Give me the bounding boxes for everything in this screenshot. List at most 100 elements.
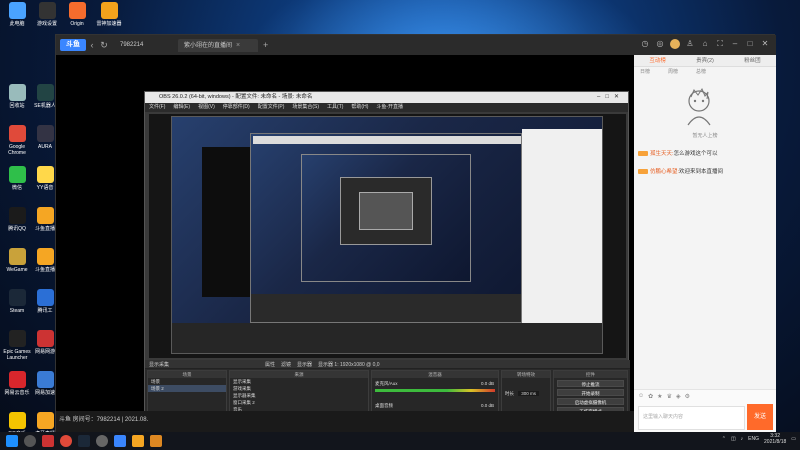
reload-icon[interactable]: ↻ <box>98 40 110 51</box>
desktop-icon[interactable]: 微信 <box>2 166 32 191</box>
menu-item[interactable]: 视图(V) <box>198 103 215 112</box>
source-item[interactable]: 窗口采集 2 <box>230 399 368 406</box>
notification-icon[interactable]: ▭ <box>791 436 796 442</box>
rank-subtab[interactable]: 日榜 <box>640 67 650 77</box>
desktop-app-icon <box>8 84 26 101</box>
control-button[interactable]: 启动虚拟摄像机 <box>557 398 624 405</box>
chat-tab[interactable]: 互动榜 <box>634 55 681 66</box>
obs-preview[interactable] <box>149 114 626 358</box>
fullscreen-icon[interactable]: ⛶ <box>715 39 725 49</box>
clock[interactable]: 3:32 2021/8/18 <box>764 433 786 445</box>
control-button[interactable]: 开始录制 <box>557 389 624 396</box>
desktop-icon[interactable]: Google Chrome <box>2 125 32 156</box>
chat-username[interactable]: 孤生天天: <box>650 151 674 157</box>
maximize-icon[interactable]: □ <box>745 39 755 49</box>
send-button[interactable]: 发送 <box>747 404 773 430</box>
music-app-icon[interactable] <box>42 435 54 447</box>
menu-item[interactable]: 配置文件(P) <box>258 103 285 112</box>
menu-item[interactable]: 工具(T) <box>327 103 343 112</box>
volume-icon[interactable]: ♪ <box>741 436 744 442</box>
chat-message: 孤生天天:怎么游戏这个可以 <box>638 151 718 158</box>
chat-tab[interactable]: 贵宾(2) <box>681 55 728 66</box>
start-icon[interactable] <box>6 435 18 447</box>
duration-label: 时长 <box>505 391 514 396</box>
filters-button[interactable]: 滤镜 <box>281 361 291 368</box>
star-icon[interactable]: ★ <box>657 393 662 400</box>
menu-item[interactable]: 停靠部件(D) <box>223 103 250 112</box>
globe-icon[interactable]: ◎ <box>655 39 665 49</box>
clock-date: 2021/8/18 <box>764 439 787 445</box>
desktop-app-icon <box>100 2 118 19</box>
desktop-icon[interactable]: Origin <box>62 2 92 27</box>
bag-icon[interactable]: ◈ <box>676 393 681 400</box>
new-tab-icon[interactable]: + <box>263 40 268 50</box>
menu-item[interactable]: 编辑(E) <box>173 103 190 112</box>
control-button[interactable]: 停止推流 <box>557 380 624 387</box>
desktop-app-icon <box>8 2 26 19</box>
duration-input[interactable]: 300 ms <box>518 391 540 396</box>
network-icon[interactable]: ◫ <box>731 436 736 442</box>
desktop-icon[interactable]: 回收站 <box>2 84 32 109</box>
avatar[interactable] <box>670 39 680 49</box>
tray-up-icon[interactable]: ⌃ <box>722 436 726 442</box>
desktop-icon[interactable]: 此电脑 <box>2 2 32 27</box>
douyu-taskbar-icon[interactable] <box>114 435 126 447</box>
controls-header: 控件 <box>554 371 627 378</box>
properties-button[interactable]: 属性 <box>265 361 275 368</box>
menu-item[interactable]: 场景集合(S) <box>292 103 319 112</box>
shop-icon[interactable]: ⌂ <box>700 39 710 49</box>
minimize-icon[interactable]: – <box>730 39 740 49</box>
emoji-icon[interactable]: ☺ <box>638 393 644 400</box>
chat-input[interactable]: 这里输入聊天内容 <box>638 406 745 430</box>
desktop-icon[interactable]: 腾讯QQ <box>2 207 32 232</box>
desktop-icon[interactable]: 游戏设置 <box>32 2 62 27</box>
chat-username[interactable]: 仿鹏心希望: <box>650 169 679 175</box>
desktop-icon[interactable]: Steam <box>2 289 32 314</box>
desktop-app-icon <box>36 412 54 429</box>
chrome-icon[interactable] <box>60 435 72 447</box>
desktop-icon-label: 回收站 <box>9 103 25 109</box>
scene-item[interactable]: 场景 <box>148 378 226 385</box>
desktop-icon[interactable]: 雷神加速器 <box>94 2 124 27</box>
menu-item[interactable]: 斗鱼-开直播 <box>376 103 403 112</box>
chat-tab[interactable]: 粉丝团 <box>729 55 776 66</box>
obs-taskbar-icon[interactable] <box>96 435 108 447</box>
desktop-icon[interactable]: Epic Games Launcher <box>2 330 32 361</box>
lang-indicator[interactable]: ENG <box>748 436 759 442</box>
desktop-icon-label: 雷神加速器 <box>96 21 122 27</box>
tab-close-icon[interactable]: × <box>236 42 240 49</box>
desktop-icon[interactable]: 网易云音乐 <box>2 371 32 396</box>
desktop-app-icon <box>8 330 26 347</box>
source-item[interactable]: 显示采集 <box>230 378 368 385</box>
source-item[interactable]: 游戏采集 <box>230 385 368 392</box>
app-taskbar-icon[interactable] <box>132 435 144 447</box>
source-toolbar: 显示采集 属性 滤镜 显示器 显示器 1: 1920x1080 @ 0,0 <box>145 360 630 369</box>
app-logo[interactable]: 斗鱼 <box>60 39 86 51</box>
rank-subtab[interactable]: 总榜 <box>696 67 706 77</box>
video-player[interactable]: OBS 26.0.2 (64-bit, windows) - 配置文件: 未命名… <box>56 55 634 432</box>
shirt-icon[interactable]: ♙ <box>685 39 695 49</box>
display-select[interactable]: 显示器 1: 1920x1080 @ 0,0 <box>318 361 380 368</box>
menu-item[interactable]: 文件(F) <box>149 103 165 112</box>
gift-icon[interactable]: ✿ <box>648 393 653 400</box>
inner-titlebar <box>253 136 521 144</box>
back-icon[interactable]: ‹ <box>86 40 98 50</box>
clock-icon[interactable]: ◷ <box>640 39 650 49</box>
source-item[interactable]: 显示器采集 <box>230 392 368 399</box>
settings-icon[interactable]: ⚙ <box>685 393 690 400</box>
desktop-app-icon <box>36 330 54 347</box>
close-icon[interactable]: ✕ <box>760 39 770 49</box>
window-controls[interactable]: –□✕ <box>597 92 624 103</box>
browser-toolbar: 斗鱼 ‹ ↻ 7982214 紫小翊在的直播间 × + ◷ ◎ ♙ ⌂ ⛶ – □… <box>56 35 776 55</box>
search-icon[interactable] <box>24 435 36 447</box>
browser-tab[interactable]: 紫小翊在的直播间 × <box>178 38 258 52</box>
scene-item[interactable]: 场景 2 <box>148 385 226 392</box>
rank-subtab[interactable]: 周榜 <box>668 67 678 77</box>
volume-meter[interactable] <box>375 389 495 392</box>
chat-text: 欢迎来到本直播间 <box>679 169 724 175</box>
desktop-icon[interactable]: WeGame <box>2 248 32 273</box>
crown-icon[interactable]: ♛ <box>667 393 672 400</box>
steam-icon[interactable] <box>78 435 90 447</box>
menu-item[interactable]: 帮助(H) <box>351 103 368 112</box>
game-taskbar-icon[interactable] <box>150 435 162 447</box>
